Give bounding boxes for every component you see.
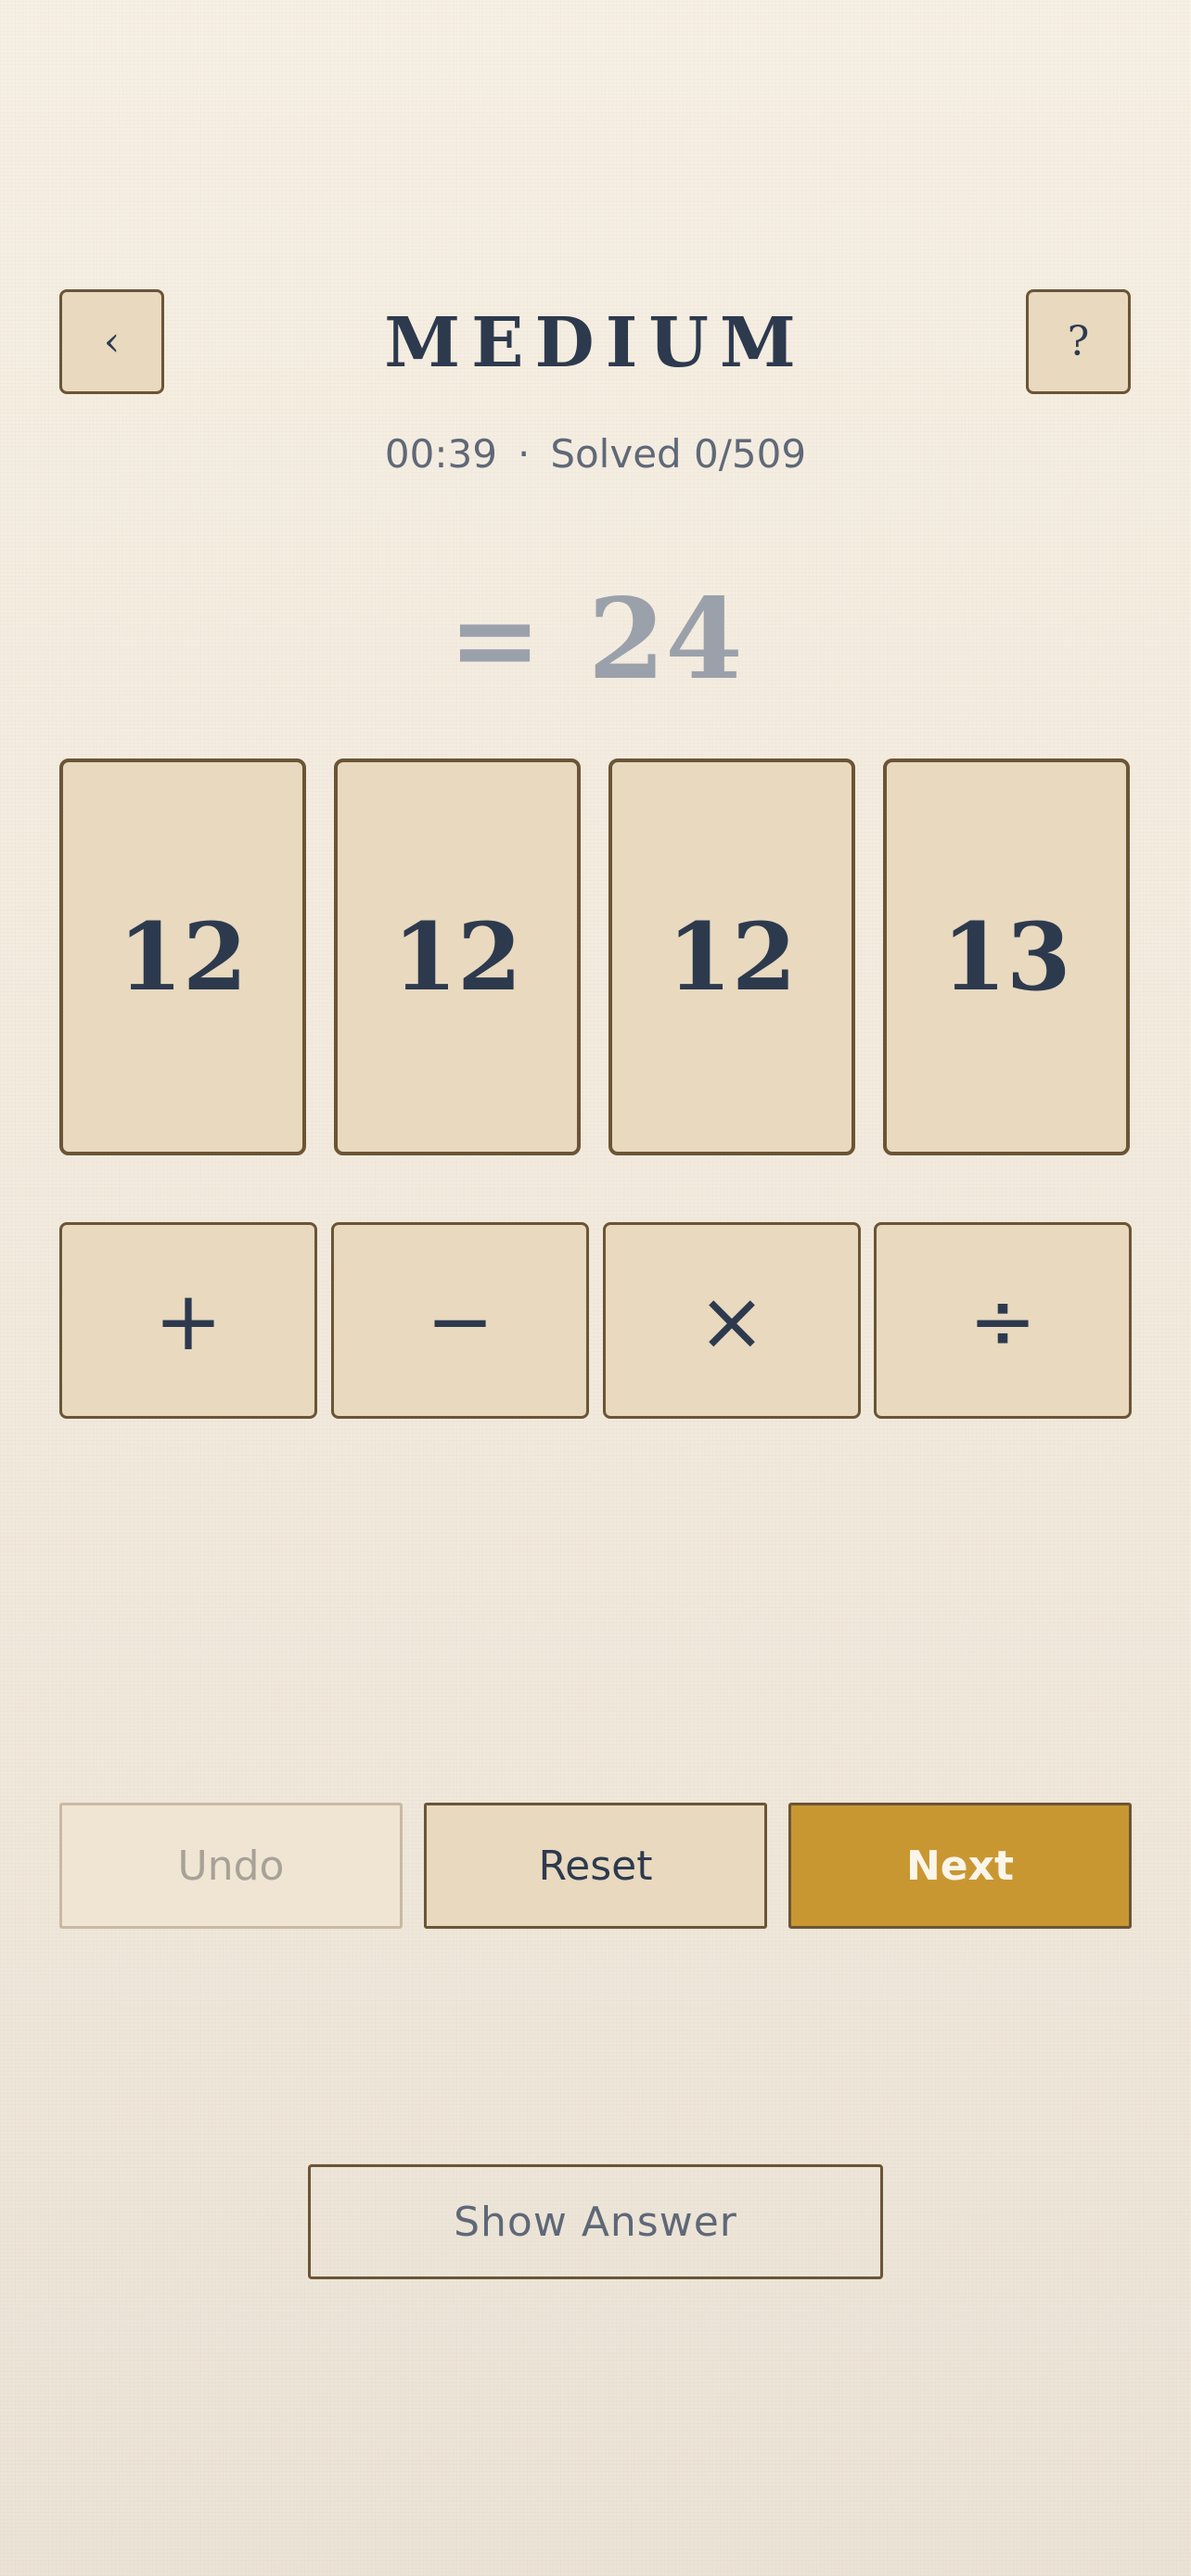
timer: 00:39 xyxy=(384,431,497,477)
question-icon: ? xyxy=(1067,318,1090,365)
plus-icon: + xyxy=(154,1272,223,1369)
multiply-button[interactable]: × xyxy=(603,1222,861,1419)
target-display: = 24 xyxy=(0,575,1191,705)
show-answer-button[interactable]: Show Answer xyxy=(308,2164,883,2279)
status-separator: · xyxy=(517,431,531,477)
subtract-button[interactable]: − xyxy=(331,1222,589,1419)
divide-icon: ÷ xyxy=(968,1272,1037,1369)
target-value: 24 xyxy=(587,574,743,705)
equals-sign: = xyxy=(448,574,542,705)
multiply-icon: × xyxy=(698,1272,766,1369)
help-button[interactable]: ? xyxy=(1026,289,1131,394)
minus-icon: − xyxy=(426,1272,494,1369)
status-line: 00:39 · Solved 0/509 xyxy=(0,427,1191,482)
difficulty-title: MEDIUM xyxy=(384,303,807,383)
divide-button[interactable]: ÷ xyxy=(874,1222,1132,1419)
add-button[interactable]: + xyxy=(59,1222,317,1419)
next-button[interactable]: Next xyxy=(788,1803,1132,1929)
reset-button[interactable]: Reset xyxy=(424,1803,767,1929)
undo-button[interactable]: Undo xyxy=(59,1803,403,1929)
number-card-1[interactable]: 12 xyxy=(59,759,306,1155)
solved-count: Solved 0/509 xyxy=(550,431,807,477)
number-card-2[interactable]: 12 xyxy=(334,759,581,1155)
number-card-4[interactable]: 13 xyxy=(883,759,1130,1155)
number-card-3[interactable]: 12 xyxy=(608,759,855,1155)
